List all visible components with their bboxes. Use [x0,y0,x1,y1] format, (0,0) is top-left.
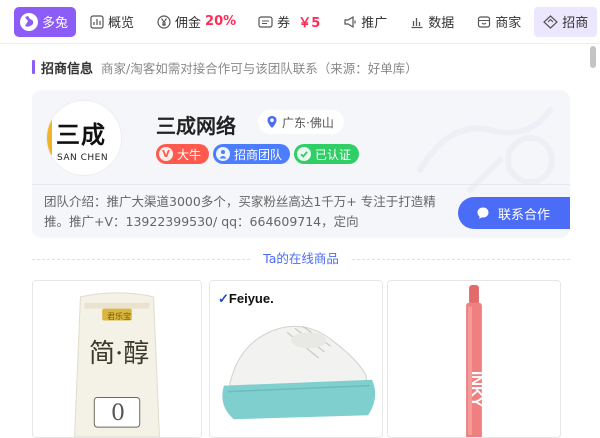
tab-coupon[interactable]: 券 ￥5 [249,7,329,37]
tab-data[interactable]: 数据 [400,7,463,37]
v-icon: V [159,147,173,161]
tab-duotu[interactable]: 多兔 [14,6,77,37]
team-avatar: 三成 SAN CHEN [46,100,122,176]
section-title: 招商信息 [41,61,94,77]
avatar-accent [47,117,52,155]
yen-icon [156,14,171,29]
avatar-subtext: SAN CHEN [57,153,109,163]
rabbit-logo-icon [20,12,38,31]
location-text: 广东·佛山 [282,115,334,130]
product-brand-label: ✓Feiyue. [218,291,274,306]
megaphone-icon [342,14,357,29]
badge-label: 招商团队 [234,147,283,162]
tab-label: 招商 [562,16,589,31]
tab-label: 数据 [428,16,455,31]
contact-button[interactable]: 联系合作 [458,197,570,229]
tab-promote[interactable]: 推广 [333,7,396,37]
bar-chart-icon [409,14,424,29]
top-tab-bar: 多兔 概览 佣金 20% 券 ￥5 推广 数据 商家 招商 [0,0,600,44]
team-card: 三成 SAN CHEN 三成网络 广东·佛山 V 大牛 招商团队 已认证 团队介… [32,90,570,238]
tab-merchant[interactable]: 商家 [467,7,530,37]
dashed-line-right [352,259,570,260]
tab-label: 推广 [361,16,388,31]
overview-icon [89,14,104,29]
pack-brand: 君乐宝 [107,312,131,321]
tab-recruit[interactable]: 招商 [534,6,598,37]
tab-label: 多兔 [42,16,69,31]
product-card-2[interactable]: ✓Feiyue. [209,280,383,438]
section-accent-bar [32,60,35,74]
commission-rate: 20% [205,14,237,29]
location-pin-icon [266,115,278,129]
tab-label: 概览 [108,16,135,31]
badge-expert: V 大牛 [156,144,210,164]
pack-zero: 0 [111,401,125,426]
team-intro: 团队介绍：推广大渠道3000多个，买家粉丝高达1千万+ 专注于打造精推。推广+V… [44,192,444,232]
coupon-value: ￥5 [298,16,321,31]
check-icon [297,147,312,161]
card-divider [32,184,570,185]
location-tag: 广东·佛山 [258,110,344,134]
scrollbar-thumb[interactable] [590,46,596,68]
person-icon [216,147,231,161]
badge-label: 大牛 [177,147,202,162]
product-image-lipgloss [388,281,560,437]
tab-label: 券 [277,16,291,31]
team-name: 三成网络 [156,114,236,138]
badge-list: V 大牛 招商团队 已认证 [156,144,363,164]
tab-commission[interactable]: 佣金 20% [147,7,245,37]
avatar-text: 三成 [56,120,106,149]
pack-text: INKY [468,371,485,407]
pack-main-text: 简·醇 [89,339,150,369]
intro-label: 团队介绍： [44,194,107,209]
tab-overview[interactable]: 概览 [80,7,143,37]
shop-icon [476,14,491,29]
badge-label: 已认证 [315,147,352,162]
section-note: 商家/淘客如需对接合作可与该团队联系（来源：好单库） [101,60,418,76]
chat-bubble-icon [476,206,490,220]
section-header: 招商信息 商家/淘客如需对接合作可与该团队联系（来源：好单库） [32,58,418,77]
tab-label: 佣金 [175,16,202,31]
badge-verified: 已认证 [294,144,360,164]
contact-button-label: 联系合作 [498,207,551,223]
diamond-icon [543,14,559,29]
online-products-divider: Ta的在线商品 [32,250,570,268]
tab-label: 商家 [495,16,522,31]
badge-recruit-team: 招商团队 [213,144,291,164]
coupon-icon [258,14,273,29]
product-card-1[interactable]: 君乐宝 简·醇 0 [32,280,202,438]
product-card-3[interactable]: INKY [387,280,561,438]
